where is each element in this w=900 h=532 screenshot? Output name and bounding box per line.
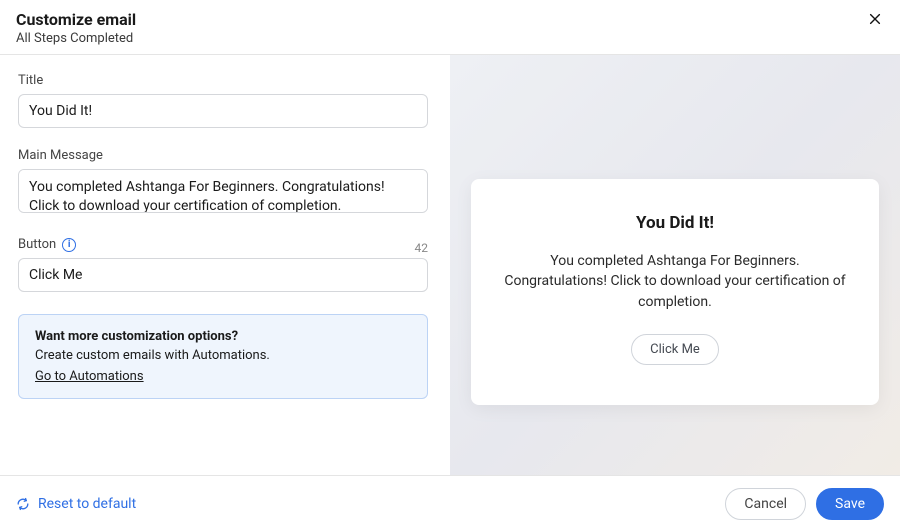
reset-label: Reset to default bbox=[38, 496, 136, 512]
dialog-subtitle: All Steps Completed bbox=[16, 31, 136, 46]
close-icon[interactable] bbox=[866, 10, 884, 28]
dialog-footer: Reset to default Cancel Save bbox=[0, 475, 900, 532]
button-label: Button bbox=[18, 237, 56, 252]
form-panel: Title Main Message Button i 42 Want mo bbox=[0, 55, 450, 475]
title-label: Title bbox=[18, 73, 428, 88]
cancel-button[interactable]: Cancel bbox=[725, 488, 806, 520]
button-char-count: 42 bbox=[415, 241, 429, 255]
dialog-title: Customize email bbox=[16, 10, 136, 29]
automations-promo: Want more customization options? Create … bbox=[18, 314, 428, 399]
dialog-header: Customize email All Steps Completed bbox=[0, 0, 900, 55]
preview-body: You completed Ashtanga For Beginners. Co… bbox=[499, 251, 851, 312]
preview-title: You Did It! bbox=[499, 213, 851, 233]
info-icon[interactable]: i bbox=[62, 238, 76, 252]
main-message-input[interactable] bbox=[18, 169, 428, 213]
save-button[interactable]: Save bbox=[816, 488, 884, 520]
preview-button: Click Me bbox=[631, 334, 719, 365]
title-input[interactable] bbox=[18, 94, 428, 128]
button-text-input[interactable] bbox=[18, 258, 428, 292]
refresh-icon bbox=[16, 497, 30, 511]
reset-to-default-button[interactable]: Reset to default bbox=[16, 496, 136, 512]
promo-title: Want more customization options? bbox=[35, 329, 411, 344]
preview-panel: You Did It! You completed Ashtanga For B… bbox=[450, 55, 900, 475]
email-preview-card: You Did It! You completed Ashtanga For B… bbox=[471, 179, 879, 405]
go-to-automations-link[interactable]: Go to Automations bbox=[35, 369, 144, 384]
main-message-label: Main Message bbox=[18, 148, 428, 163]
promo-body: Create custom emails with Automations. bbox=[35, 348, 411, 363]
